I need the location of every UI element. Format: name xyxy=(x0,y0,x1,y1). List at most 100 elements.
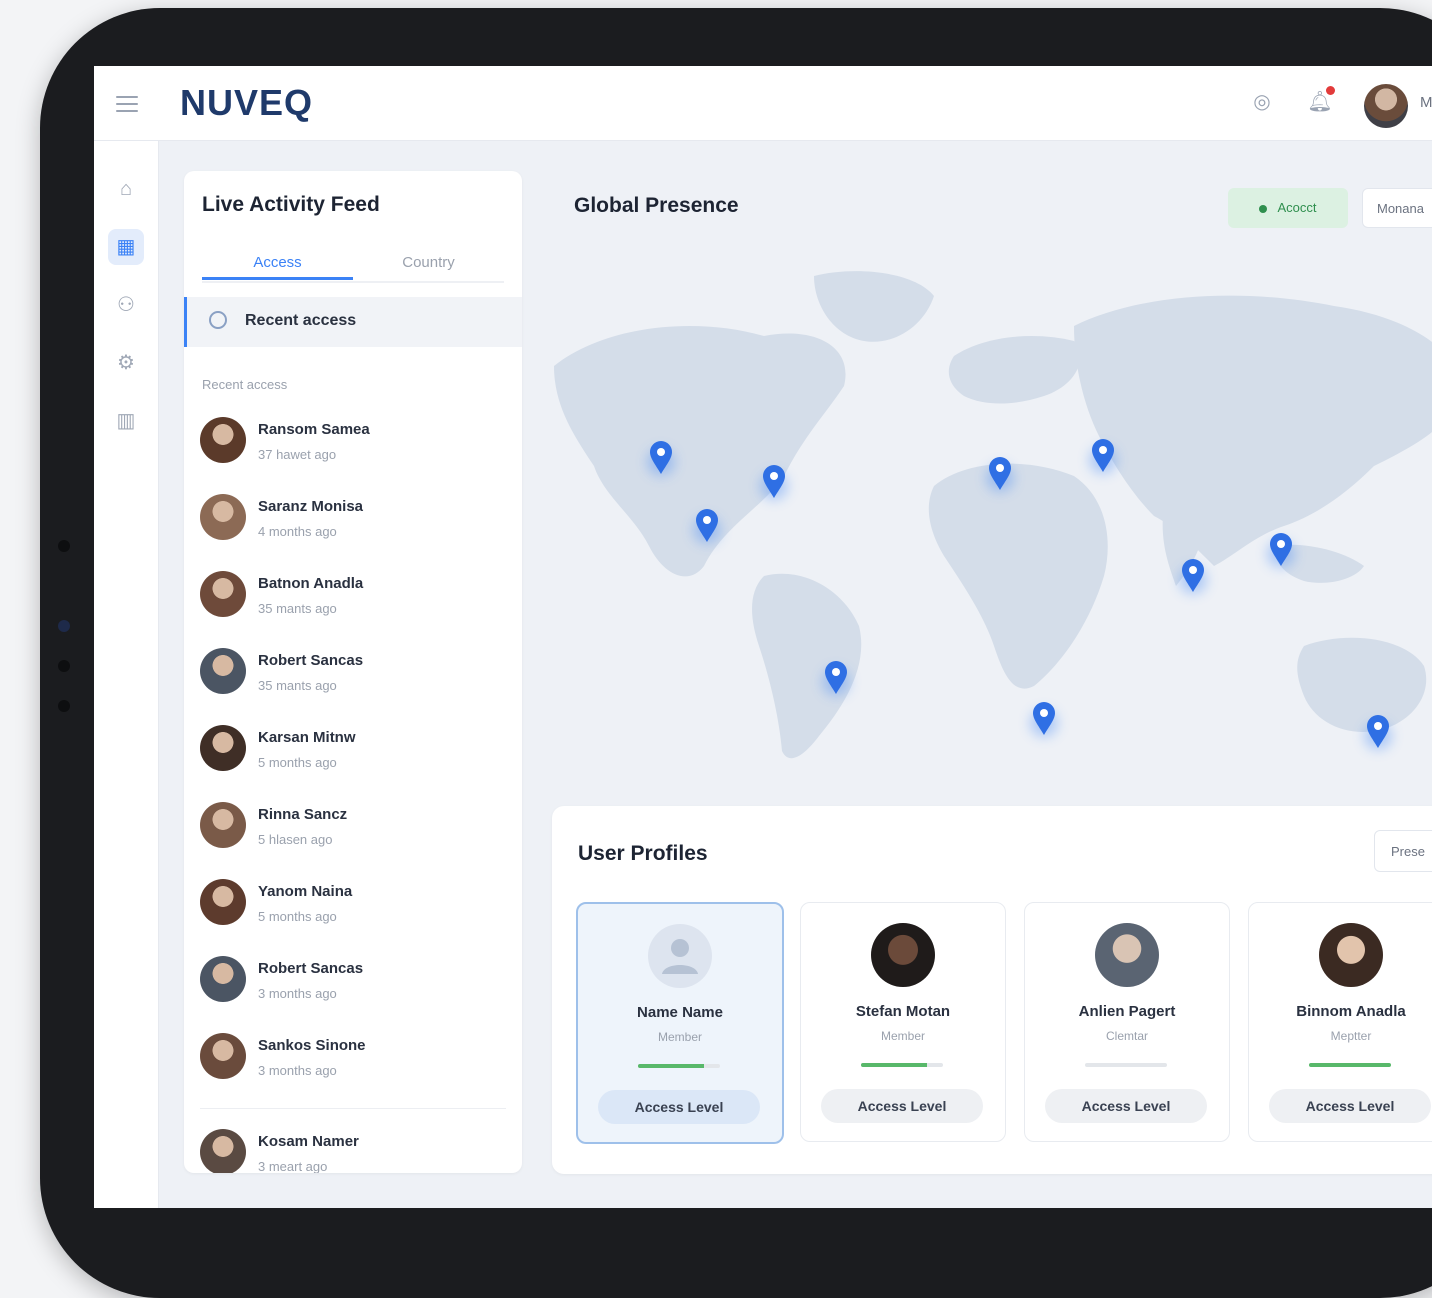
profile-role: Member xyxy=(657,1030,702,1044)
avatar xyxy=(200,725,246,771)
feed-item-name: Robert Sancas xyxy=(258,652,364,669)
avatar xyxy=(1095,923,1159,987)
profile-role: Clemtar xyxy=(1105,1029,1148,1043)
feed-item-time: 37 hawet ago xyxy=(258,447,337,462)
recent-access-label: Recent access xyxy=(245,312,357,329)
region-select[interactable]: Monana xyxy=(1362,188,1432,228)
tab-access[interactable]: Access xyxy=(202,251,353,280)
user-name[interactable]: M xyxy=(1420,94,1432,111)
section-label: Recent access xyxy=(202,377,288,392)
profiles-action-button[interactable]: Prese xyxy=(1374,830,1432,872)
camera-lens xyxy=(58,620,70,632)
feed-item-name: Karsan Mitnw xyxy=(258,729,356,746)
feed-item-name: Saranz Monisa xyxy=(258,498,364,515)
sensor-dot xyxy=(58,700,70,712)
feed-item-name: Kosam Namer xyxy=(258,1133,359,1150)
status-dot xyxy=(1259,204,1268,213)
feed-item-time: 4 months ago xyxy=(258,524,337,539)
user-avatar[interactable] xyxy=(1364,84,1408,128)
feed-item[interactable]: Batnon Anadla 35 mants ago xyxy=(200,565,506,642)
feed-item-time: 35 mants ago xyxy=(258,678,337,693)
europe-shape xyxy=(948,336,1080,404)
menu-icon[interactable] xyxy=(116,96,138,112)
status-pill-label: Acocct xyxy=(1277,200,1317,215)
location-pin-icon[interactable] xyxy=(986,457,1014,492)
avatar xyxy=(200,879,246,925)
feed-item-time: 3 months ago xyxy=(258,986,337,1001)
profile-card[interactable]: Stefan Motan Member Access Level xyxy=(800,902,1006,1142)
profile-name: Name Name xyxy=(637,1004,723,1021)
dashboard-icon[interactable]: ▦ xyxy=(108,229,144,265)
home-icon[interactable]: ⌂ xyxy=(108,171,144,207)
world-map xyxy=(554,271,1432,759)
avatar xyxy=(200,648,246,694)
profiles-title: User Profiles xyxy=(578,842,708,865)
avatar xyxy=(200,494,246,540)
feed-item[interactable]: Rinna Sancz 5 hlasen ago xyxy=(200,796,506,873)
feed-item-time: 5 months ago xyxy=(258,755,337,770)
feed-item[interactable]: Ransom Samea 37 hawet ago xyxy=(200,411,506,488)
continents xyxy=(554,271,1432,759)
clock-icon xyxy=(209,311,227,329)
brand-logo: NUVEQ xyxy=(180,82,314,123)
list-divider xyxy=(200,1108,506,1109)
feed-item[interactable]: Robert Sancas 35 mants ago xyxy=(200,642,506,719)
sensor-dot xyxy=(58,660,70,672)
profile-role: Member xyxy=(880,1029,925,1043)
activity-list: Ransom Samea 37 hawet ago Saranz Monisa … xyxy=(200,411,506,1173)
feed-item[interactable]: Sankos Sinone 3 months ago xyxy=(200,1027,506,1104)
feed-item-name: Yanom Naina xyxy=(258,883,353,900)
app-screen: NUVEQ ◎ 🔔︎ M ⌂ ▦ ⚇ ⚙ ▥ Live Activity Fee… xyxy=(94,66,1432,1208)
avatar xyxy=(200,417,246,463)
access-level-button[interactable]: Access Level xyxy=(1045,1089,1207,1123)
user-placeholder-icon xyxy=(662,939,698,974)
avatar xyxy=(200,571,246,617)
profile-card[interactable]: Name Name Member Access Level xyxy=(576,902,784,1144)
avatar xyxy=(200,956,246,1002)
profile-name: Stefan Motan xyxy=(855,1003,951,1020)
feed-item-time: 3 meart ago xyxy=(258,1159,328,1173)
user-profiles-panel: User Profiles Prese Name Name Member Acc… xyxy=(552,806,1432,1174)
recent-access-filter[interactable]: Recent access xyxy=(184,297,522,347)
feed-item[interactable]: Kosam Namer 3 meart ago xyxy=(200,1123,506,1173)
profile-role: Meptter xyxy=(1330,1029,1372,1043)
asia-shape xyxy=(1074,295,1432,566)
status-pill[interactable]: Acocct xyxy=(1228,188,1348,228)
avatar xyxy=(200,1129,246,1173)
side-nav: ⌂ ▦ ⚇ ⚙ ▥ xyxy=(94,141,159,1208)
feed-item[interactable]: Saranz Monisa 4 months ago xyxy=(200,488,506,565)
access-level-button[interactable]: Access Level xyxy=(1269,1089,1431,1123)
location-pin-icon[interactable] xyxy=(1030,702,1058,737)
africa-shape xyxy=(928,463,1108,689)
feed-item-name: Batnon Anadla xyxy=(258,575,364,592)
access-level-button[interactable]: Access Level xyxy=(821,1089,983,1123)
feed-item-name: Sankos Sinone xyxy=(258,1037,366,1054)
top-bar: NUVEQ ◎ 🔔︎ M xyxy=(94,66,1432,141)
help-icon[interactable]: ◎ xyxy=(1248,88,1276,116)
feed-title: Live Activity Feed xyxy=(202,193,380,216)
avatar xyxy=(200,802,246,848)
tab-country[interactable]: Country xyxy=(353,251,504,275)
avatar xyxy=(200,1033,246,1079)
feed-tabs: Access Country xyxy=(202,251,504,283)
feed-item[interactable]: Yanom Naina 5 months ago xyxy=(200,873,506,950)
access-level-bar xyxy=(1309,1063,1391,1067)
avatar xyxy=(648,924,712,988)
feed-item-name: Ransom Samea xyxy=(258,421,370,438)
profile-card[interactable]: Binnom Anadla Meptter Access Level xyxy=(1248,902,1432,1142)
feed-item-time: 35 mants ago xyxy=(258,601,337,616)
columns-icon[interactable]: ▥ xyxy=(108,403,144,439)
avatar xyxy=(871,923,935,987)
location-pin-icon[interactable] xyxy=(1267,533,1295,568)
map-title: Global Presence xyxy=(574,194,739,217)
profile-name: Anlien Pagert xyxy=(1078,1003,1176,1020)
feed-item[interactable]: Karsan Mitnw 5 months ago xyxy=(200,719,506,796)
profile-card[interactable]: Anlien Pagert Clemtar Access Level xyxy=(1024,902,1230,1142)
settings-icon[interactable]: ⚙ xyxy=(108,345,144,381)
access-level-button[interactable]: Access Level xyxy=(598,1090,760,1124)
feed-item[interactable]: Robert Sancas 3 months ago xyxy=(200,950,506,1027)
profile-name: Binnom Anadla xyxy=(1296,1003,1406,1020)
access-level-bar xyxy=(861,1063,943,1067)
camera-dot xyxy=(58,540,70,552)
users-icon[interactable]: ⚇ xyxy=(108,287,144,323)
